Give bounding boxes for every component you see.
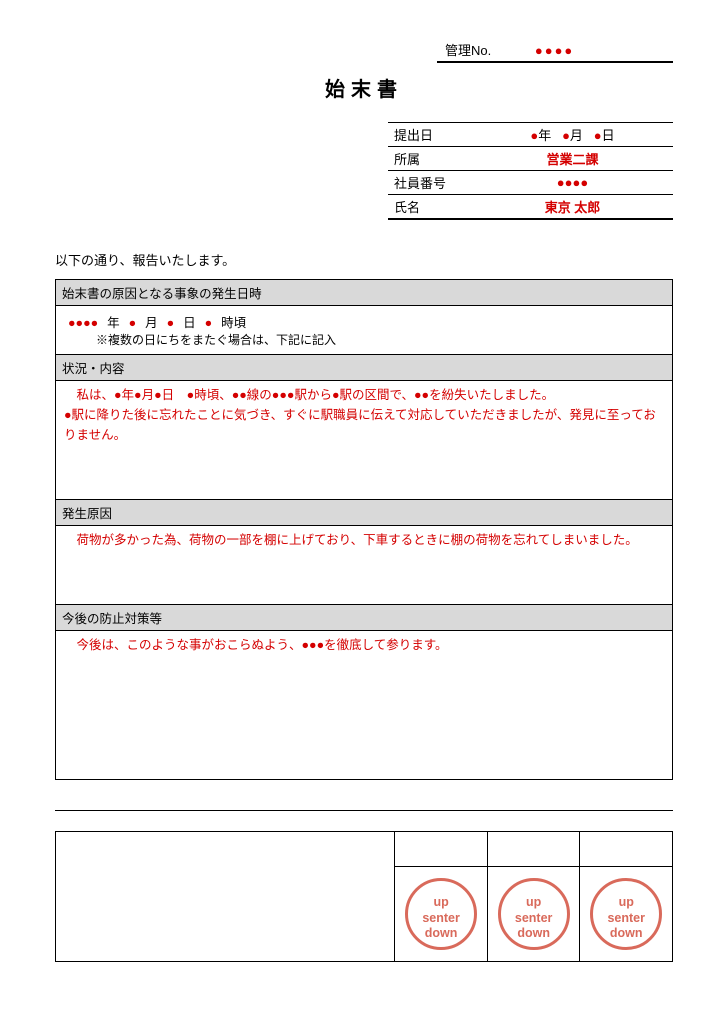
mgmt-label: 管理No. [445,43,491,58]
submitter-info-table: 提出日 ●年 ●月 ●日 所属 営業二課 社員番号 ●●●● 氏名 東京 太郎 [388,122,673,220]
section3-body: 荷物が多かった為、荷物の一部を棚に上げており、下車するときに棚の荷物を忘れてしま… [56,526,673,605]
section4-body: 今後は、このような事がおこらぬよう、●●●を徹底して参ります。 [56,631,673,780]
section2-header: 状況・内容 [56,355,673,381]
name-value: 東京 太郎 [472,195,673,220]
emp-no-label: 社員番号 [388,171,472,195]
submit-date-label: 提出日 [388,123,472,147]
intro-text: 以下の通り、報告いたします。 [55,250,673,269]
approval-header-2 [487,832,580,867]
mgmt-value: ●●●● [535,43,574,58]
approval-left-cell [56,832,395,962]
management-number-row: 管理No. ●●●● [55,40,673,63]
name-label: 氏名 [388,195,472,220]
section4-header: 今後の防止対策等 [56,605,673,631]
section2-body: 私は、●年●月●日 ●時頃、●●線の●●●駅から●駅の区間で、●●を紛失いたしま… [56,381,673,500]
dept-label: 所属 [388,147,472,171]
report-table: 始末書の原因となる事象の発生日時 ●●●● 年 ● 月 ● 日 ● 時頃 ※複数… [55,279,673,780]
submit-date-value: ●年 ●月 ●日 [472,123,673,147]
approval-header-1 [395,832,488,867]
section1-note: ※複数の日にちをまたぐ場合は、下記に記入 [96,331,662,348]
approval-stamp-3: upsenterdown [580,867,673,962]
approval-table: upsenterdown upsenterdown upsenterdown [55,831,673,962]
dept-value: 営業二課 [472,147,673,171]
approval-header-3 [580,832,673,867]
approval-stamp-2: upsenterdown [487,867,580,962]
stamp-icon: upsenterdown [405,878,477,950]
approval-stamp-1: upsenterdown [395,867,488,962]
stamp-icon: upsenterdown [498,878,570,950]
stamp-icon: upsenterdown [590,878,662,950]
section3-header: 発生原因 [56,500,673,526]
section1-body: ●●●● 年 ● 月 ● 日 ● 時頃 ※複数の日にちをまたぐ場合は、下記に記入 [56,306,673,355]
section1-header: 始末書の原因となる事象の発生日時 [56,280,673,306]
document-title: 始末書 [55,73,673,102]
divider [55,810,673,811]
emp-no-value: ●●●● [472,171,673,195]
